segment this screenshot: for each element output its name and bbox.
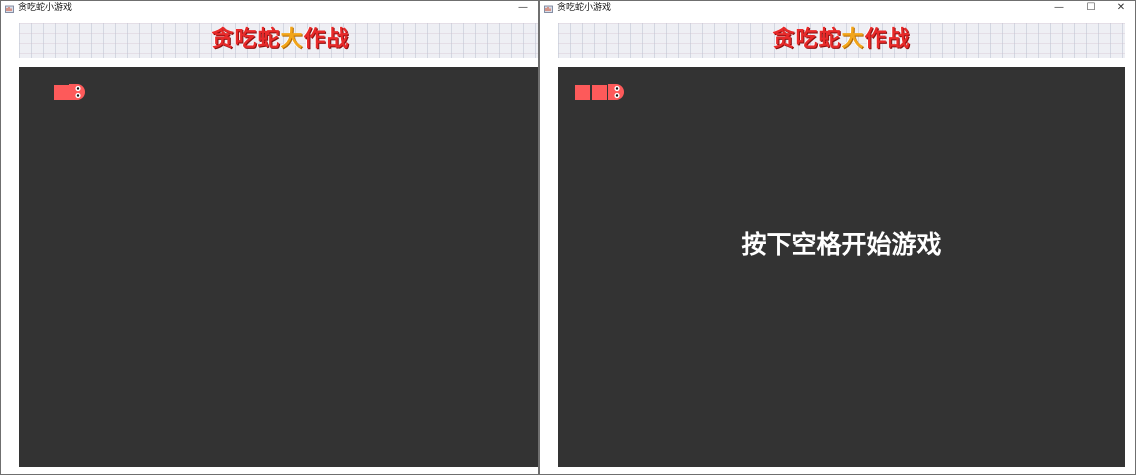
snake-body-segment — [54, 85, 69, 100]
banner-title-part: 贪吃蛇 — [772, 27, 842, 52]
game-board[interactable]: 按下空格开始游戏 — [558, 67, 1125, 467]
snake-head-icon — [608, 84, 624, 100]
snake-body-segment — [592, 85, 607, 100]
title-bar[interactable]: 贪吃蛇小游戏 — ☐ ✕ — [540, 1, 1135, 16]
title-bar[interactable]: 贪吃蛇小游戏 — — [1, 1, 538, 16]
maximize-button[interactable]: ☐ — [1080, 1, 1102, 16]
game-banner: 贪吃蛇大作战 — [19, 23, 538, 58]
snake-head-icon — [69, 84, 85, 100]
minimize-button[interactable]: — — [512, 1, 534, 16]
banner-title-part: 作战 — [303, 27, 350, 52]
window-title: 贪吃蛇小游戏 — [18, 3, 73, 13]
banner-title-part: 大 — [841, 27, 865, 52]
start-prompt: 按下空格开始游戏 — [741, 230, 942, 259]
snake-body-segment — [575, 85, 590, 100]
banner-title: 贪吃蛇大作战 — [19, 27, 538, 53]
game-board[interactable] — [19, 67, 538, 467]
banner-title-part: 贪吃蛇 — [211, 27, 281, 52]
close-button[interactable]: ✕ — [1110, 1, 1132, 16]
java-app-icon — [544, 5, 553, 13]
banner-title: 贪吃蛇大作战 — [558, 27, 1125, 53]
game-window-left: 贪吃蛇小游戏 — 贪吃蛇大作战 — [0, 0, 539, 475]
banner-title-part: 作战 — [864, 27, 911, 52]
java-app-icon — [5, 5, 14, 13]
banner-title-part: 大 — [280, 27, 304, 52]
game-window-right: 贪吃蛇小游戏 — ☐ ✕ 贪吃蛇大作战 按下空格开始游戏 — [539, 0, 1136, 475]
minimize-button[interactable]: — — [1048, 1, 1070, 16]
window-title: 贪吃蛇小游戏 — [557, 3, 612, 13]
game-banner: 贪吃蛇大作战 — [558, 23, 1125, 58]
